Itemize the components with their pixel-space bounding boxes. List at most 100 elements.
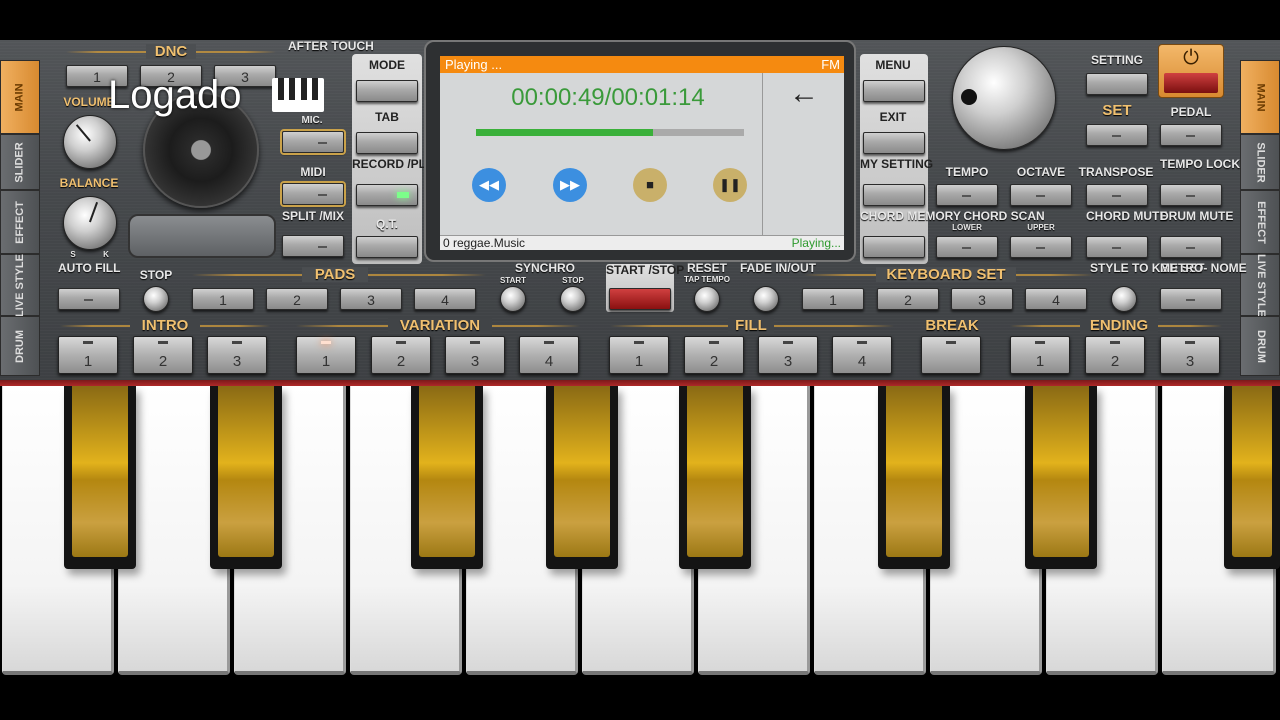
kbd-set-button-1[interactable]: 1 — [802, 288, 864, 310]
band-text: FM — [821, 57, 840, 72]
start-stop-button[interactable] — [609, 288, 671, 310]
intro-button-3[interactable]: 3 — [207, 336, 267, 374]
metronome-button[interactable] — [1160, 288, 1222, 310]
button-label: 4 — [1052, 292, 1060, 308]
exit-label: EXIT — [879, 110, 907, 124]
tab-slider-right[interactable]: SLIDER — [1240, 134, 1280, 190]
pad-button-1[interactable]: 1 — [192, 288, 254, 310]
upper-label: UPPER — [1027, 223, 1055, 232]
tab-main-right[interactable]: MAIN — [1240, 60, 1280, 134]
fade-knob[interactable] — [753, 286, 779, 312]
button-label: 1 — [83, 353, 93, 370]
drum-mute-button[interactable] — [1160, 236, 1222, 258]
tempo-lock-button[interactable] — [1160, 184, 1222, 206]
lower-label: LOWER — [952, 223, 982, 232]
button-label: 4 — [441, 292, 449, 308]
tab-slider-left[interactable]: SLIDER — [0, 134, 40, 190]
black-key[interactable] — [210, 386, 282, 569]
file-name: 0 reggae.Music — [443, 236, 526, 250]
stop-icon[interactable]: ■ — [633, 168, 667, 202]
tab-drum-left[interactable]: DRUM — [0, 316, 40, 376]
rewind-icon[interactable]: ◀◀ — [472, 168, 506, 202]
button-label: 1 — [321, 353, 331, 370]
tab-button[interactable] — [356, 132, 418, 154]
octave-button[interactable] — [1010, 184, 1072, 206]
exit-button[interactable] — [863, 132, 925, 154]
tab-effect-right[interactable]: EFFECT — [1240, 190, 1280, 254]
tab-live-style-left[interactable]: LIVE STYLE — [0, 254, 40, 316]
pad-button-2[interactable]: 2 — [266, 288, 328, 310]
variation-button-2[interactable]: 2 — [371, 336, 431, 374]
tempo-button[interactable] — [936, 184, 998, 206]
kbd-set-button-3[interactable]: 3 — [951, 288, 1013, 310]
set-button[interactable] — [1086, 124, 1148, 146]
variation-button-4[interactable]: 4 — [519, 336, 579, 374]
tempo-lock-label: TEMPO LOCK — [1160, 157, 1240, 171]
black-key[interactable] — [679, 386, 751, 569]
black-key[interactable] — [546, 386, 618, 569]
progress-track[interactable] — [476, 129, 744, 136]
time-display: 00:00:49/00:01:14 — [511, 84, 705, 111]
qt-button[interactable] — [356, 236, 418, 258]
button-label: 3 — [470, 353, 480, 370]
tempo-label: TEMPO — [945, 165, 989, 179]
power-button[interactable]: ⏻ — [1158, 44, 1224, 98]
my-setting-button[interactable] — [863, 184, 925, 206]
pad-button-3[interactable]: 3 — [340, 288, 402, 310]
mode-button[interactable] — [356, 80, 418, 102]
dial-dot — [961, 89, 977, 105]
kbd-set-button-4[interactable]: 4 — [1025, 288, 1087, 310]
chord-scan-upper-button[interactable] — [1010, 236, 1072, 258]
intro-button-1[interactable]: 1 — [58, 336, 118, 374]
tab-drum-right[interactable]: DRUM — [1240, 316, 1280, 376]
black-key[interactable] — [64, 386, 136, 569]
volume-knob[interactable] — [63, 115, 117, 169]
pause-icon[interactable]: ❚❚ — [713, 168, 747, 202]
mic-button[interactable] — [282, 131, 344, 153]
tab-effect-left[interactable]: EFFECT — [0, 190, 40, 254]
fill-button-1[interactable]: 1 — [609, 336, 669, 374]
pedal-button[interactable] — [1160, 124, 1222, 146]
chord-mute-button[interactable] — [1086, 236, 1148, 258]
tab-main-left[interactable]: MAIN — [0, 60, 40, 134]
black-key[interactable] — [1025, 386, 1097, 569]
fill-button-2[interactable]: 2 — [684, 336, 744, 374]
setting-button[interactable] — [1086, 73, 1148, 95]
fast-forward-icon[interactable]: ▶▶ — [553, 168, 587, 202]
fill-button-3[interactable]: 3 — [758, 336, 818, 374]
pitch-bend-bar[interactable] — [128, 214, 276, 258]
button-label: 4 — [857, 353, 867, 370]
fill-button-4[interactable]: 4 — [832, 336, 892, 374]
ending-button-2[interactable]: 2 — [1085, 336, 1145, 374]
record-play-button[interactable] — [356, 184, 418, 206]
break-button[interactable] — [921, 336, 981, 374]
midi-label: MIDI — [300, 165, 326, 179]
kbd-set-button-2[interactable]: 2 — [877, 288, 939, 310]
chord-memory-button[interactable] — [863, 236, 925, 258]
black-key[interactable] — [878, 386, 950, 569]
reset-knob[interactable] — [694, 286, 720, 312]
split-mix-button[interactable] — [282, 235, 344, 257]
stop-knob[interactable] — [143, 286, 169, 312]
data-dial[interactable] — [952, 46, 1056, 150]
back-arrow-icon[interactable]: ← — [789, 76, 819, 112]
black-key[interactable] — [1224, 386, 1280, 569]
variation-title: VARIATION — [388, 318, 492, 333]
balance-knob[interactable] — [63, 196, 117, 250]
auto-fill-button[interactable] — [58, 288, 120, 310]
intro-button-2[interactable]: 2 — [133, 336, 193, 374]
variation-button-1[interactable]: 1 — [296, 336, 356, 374]
pad-button-4[interactable]: 4 — [414, 288, 476, 310]
menu-button[interactable] — [863, 80, 925, 102]
intro-title: INTRO — [130, 318, 200, 333]
black-key[interactable] — [411, 386, 483, 569]
synchro-stop-knob[interactable] — [560, 286, 586, 312]
transpose-button[interactable] — [1086, 184, 1148, 206]
chord-scan-lower-button[interactable] — [936, 236, 998, 258]
style-to-kbd-knob[interactable] — [1111, 286, 1137, 312]
midi-button[interactable] — [282, 183, 344, 205]
ending-button-3[interactable]: 3 — [1160, 336, 1220, 374]
synchro-start-knob[interactable] — [500, 286, 526, 312]
variation-button-3[interactable]: 3 — [445, 336, 505, 374]
ending-button-1[interactable]: 1 — [1010, 336, 1070, 374]
